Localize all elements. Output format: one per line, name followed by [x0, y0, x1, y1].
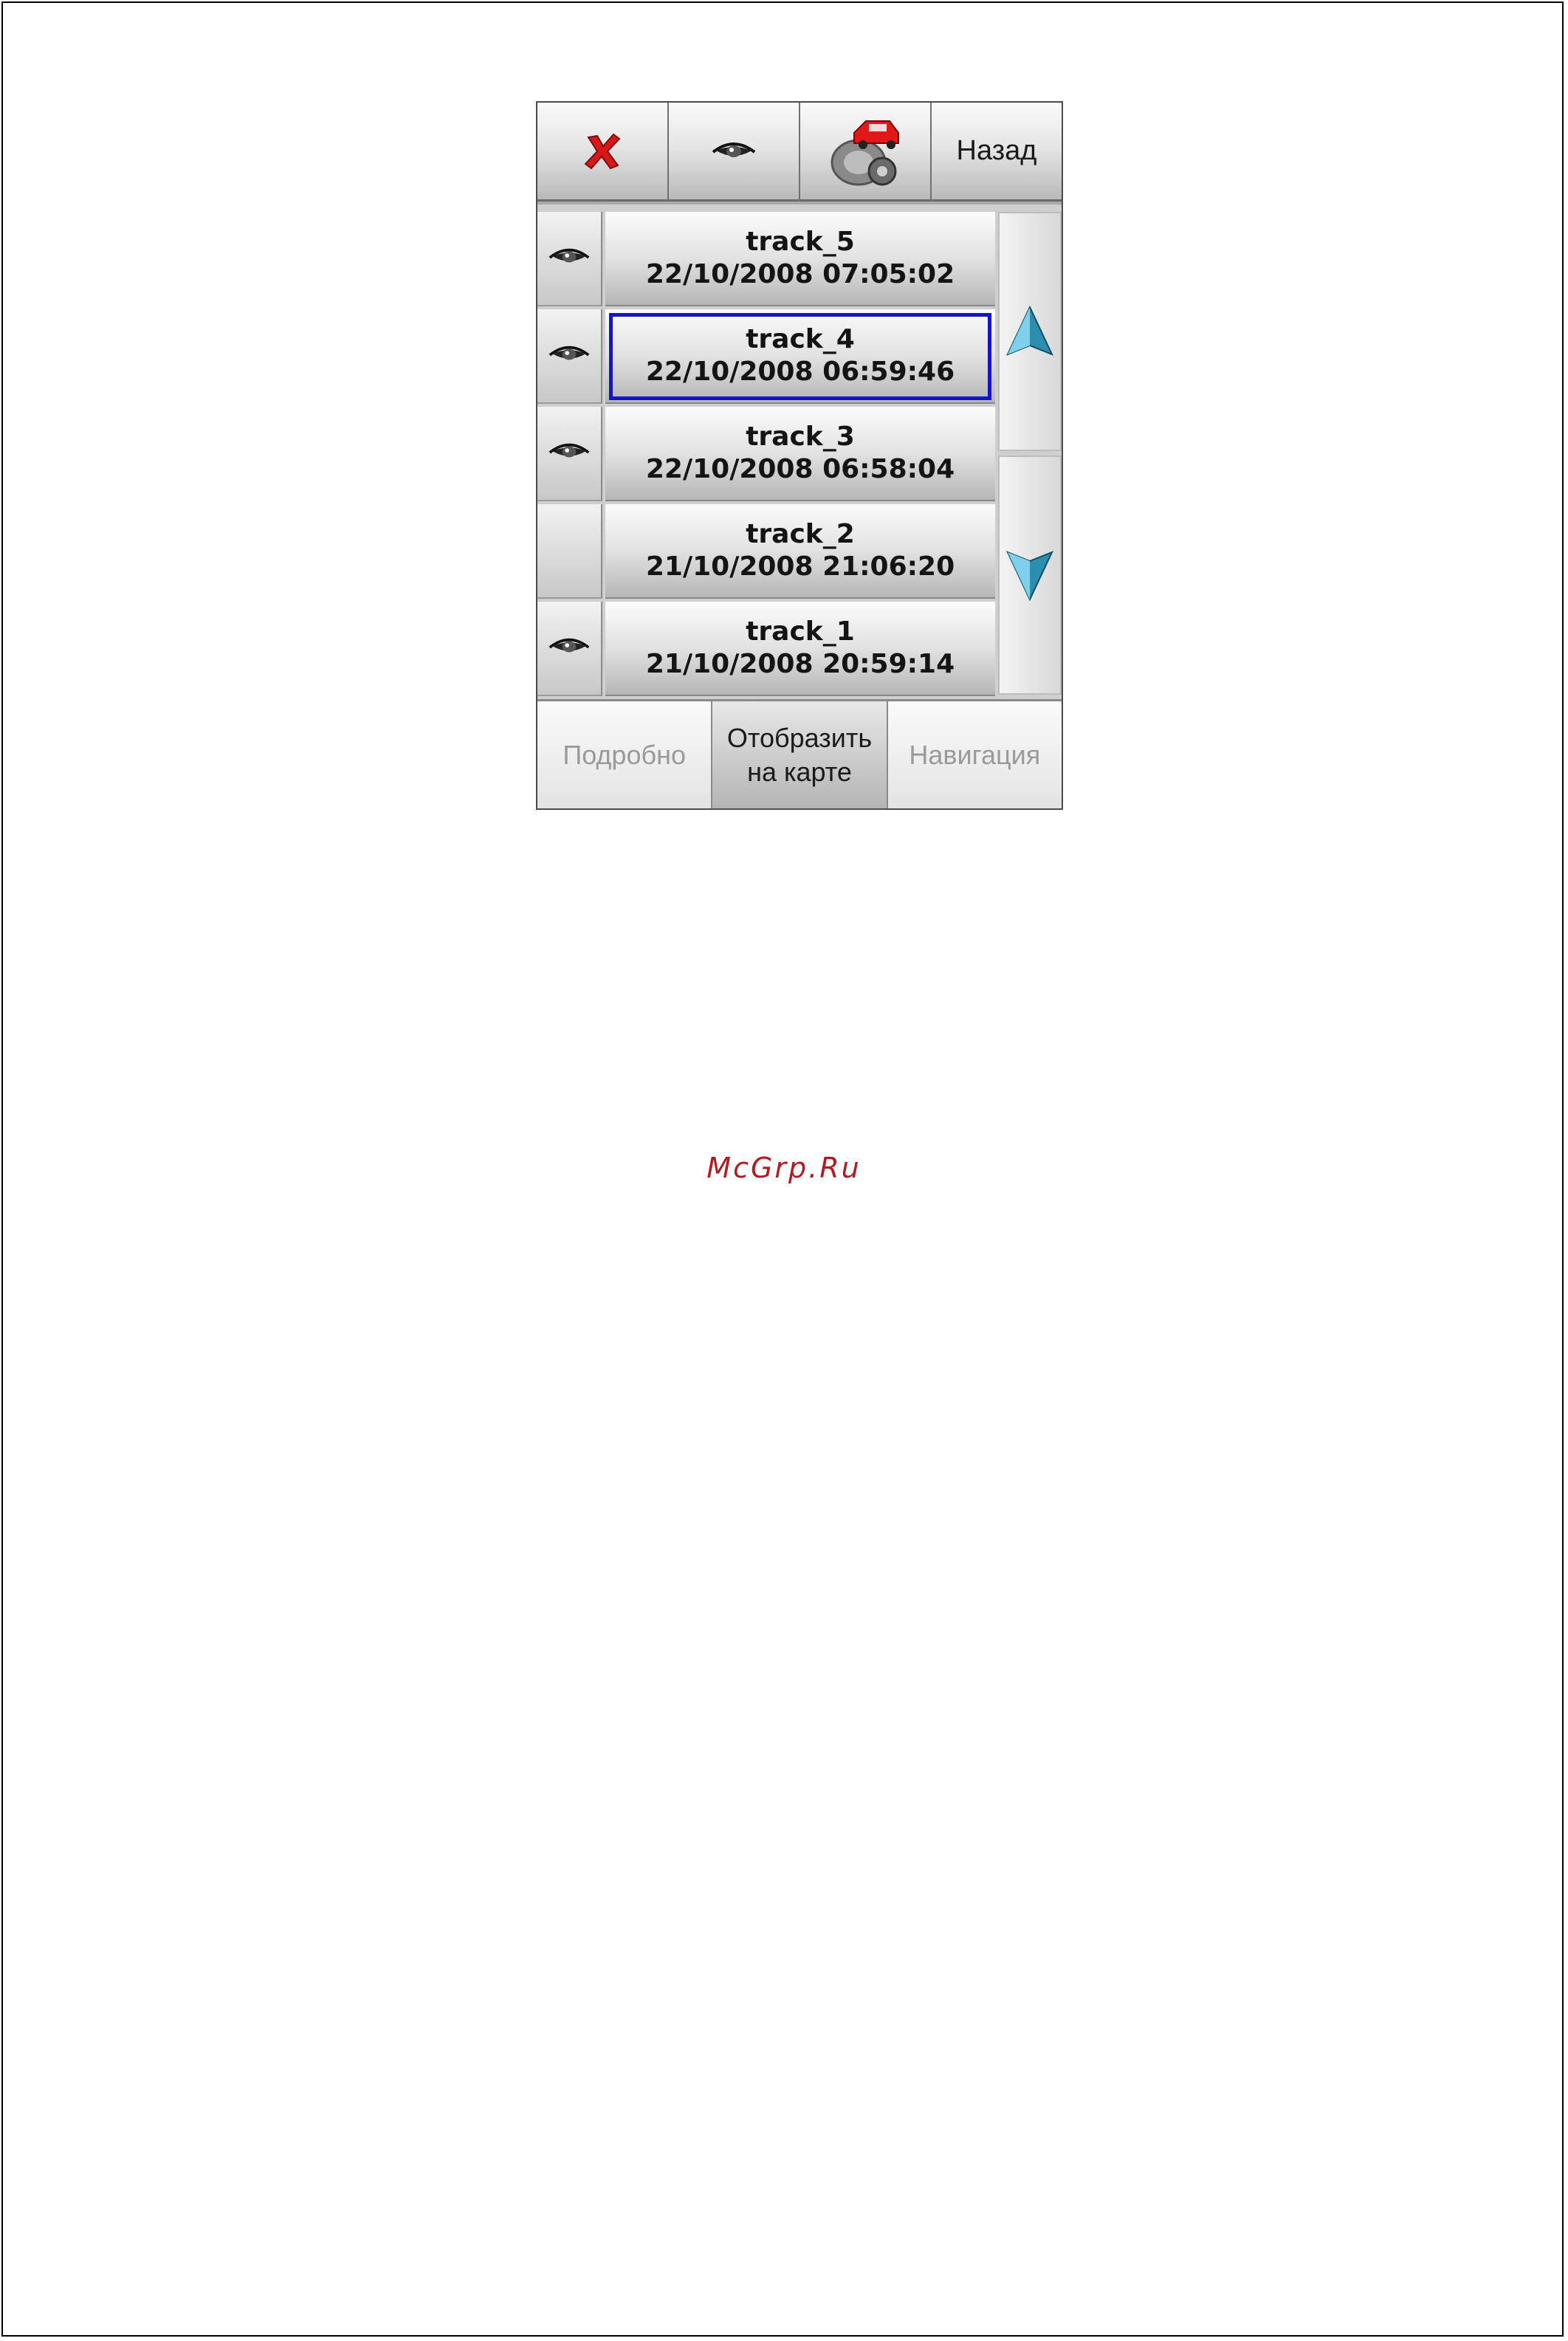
eye-icon — [712, 142, 756, 157]
track-name: track_3 — [746, 422, 855, 452]
car-gear-icon — [831, 120, 899, 185]
track-datetime: 22/10/2008 07:05:02 — [645, 259, 955, 289]
back-button[interactable]: Назад — [932, 103, 1062, 202]
track-datetime: 21/10/2008 20:59:14 — [645, 649, 955, 679]
track-row: track_1 21/10/2008 20:59:14 — [537, 602, 995, 696]
toolbar: Назад — [537, 103, 1062, 204]
track-item[interactable]: track_4 22/10/2008 06:59:46 — [605, 309, 995, 404]
eye-icon — [547, 440, 591, 467]
details-button[interactable]: Подробно — [537, 701, 713, 808]
track-name: track_1 — [746, 616, 855, 647]
eye-icon — [547, 635, 591, 661]
track-datetime: 22/10/2008 06:59:46 — [645, 357, 955, 387]
track-datetime: 21/10/2008 21:06:20 — [645, 551, 955, 582]
scroll-up-button[interactable] — [998, 212, 1062, 451]
track-row: track_2 21/10/2008 21:06:20 — [537, 504, 995, 599]
track-datetime: 22/10/2008 06:58:04 — [645, 454, 955, 484]
eye-icon — [547, 245, 591, 272]
track-manager-screen: Назад track_5 22/10/2008 07:05:02 track_4 2… — [536, 101, 1063, 810]
arrow-down-icon — [1006, 551, 1053, 601]
track-item[interactable]: track_2 21/10/2008 21:06:20 — [605, 504, 995, 599]
track-name: track_2 — [746, 519, 855, 549]
track-name: track_4 — [746, 324, 855, 354]
visibility-toggle[interactable] — [537, 212, 602, 306]
track-row: track_5 22/10/2008 07:05:02 — [537, 212, 995, 306]
track-row: track_4 22/10/2008 06:59:46 — [537, 309, 995, 404]
bottom-bar: Подробно Отобразить на карте Навигация — [537, 699, 1062, 808]
visibility-toggle[interactable] — [537, 407, 602, 501]
track-item[interactable]: track_5 22/10/2008 07:05:02 — [605, 212, 995, 306]
track-item[interactable]: track_3 22/10/2008 06:58:04 — [605, 407, 995, 501]
track-name: track_5 — [746, 227, 855, 257]
track-list: track_5 22/10/2008 07:05:02 track_4 22/10/2… — [537, 212, 1062, 699]
visibility-toggle[interactable] — [537, 602, 602, 696]
delete-button[interactable] — [537, 103, 669, 202]
scroll-down-button[interactable] — [998, 456, 1062, 695]
watermark: McGrp.Ru — [706, 1152, 862, 1184]
visibility-toggle[interactable] — [537, 309, 602, 404]
view-all-button[interactable] — [669, 103, 800, 202]
visibility-toggle[interactable] — [537, 504, 602, 599]
navigation-button[interactable]: Навигация — [887, 701, 1062, 808]
track-row: track_3 22/10/2008 06:58:04 — [537, 407, 995, 501]
eye-icon — [547, 343, 591, 369]
red-x-icon — [584, 133, 621, 169]
arrow-up-icon — [1006, 306, 1053, 356]
track-item[interactable]: track_1 21/10/2008 20:59:14 — [605, 602, 995, 696]
show-on-map-button[interactable]: Отобразить на карте — [712, 701, 888, 808]
scroll-bar — [998, 212, 1062, 695]
settings-button[interactable] — [800, 103, 932, 202]
